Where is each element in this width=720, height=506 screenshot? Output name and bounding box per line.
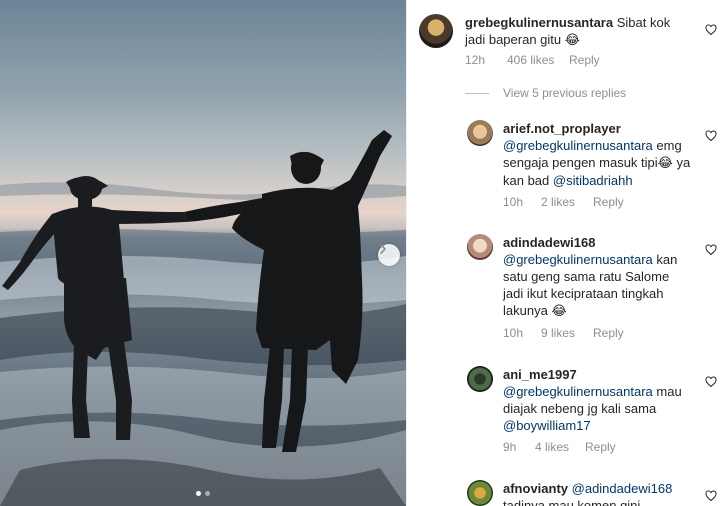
- carousel-indicator: [196, 491, 210, 496]
- comment-meta: 12h 406 likes Reply: [465, 53, 600, 67]
- reply-button[interactable]: Reply: [593, 326, 624, 340]
- view-previous-replies[interactable]: View 5 previous replies: [465, 86, 626, 100]
- next-photo-button[interactable]: [378, 244, 400, 266]
- like-heart-icon[interactable]: [705, 244, 717, 256]
- reply-item: afnovianty @adindadewi168 tadinya mau ko…: [407, 472, 720, 506]
- avatar[interactable]: [419, 14, 453, 48]
- comment-username[interactable]: arief.not_proplayer: [503, 121, 621, 136]
- comment-time: 9h: [503, 440, 517, 454]
- like-heart-icon[interactable]: [705, 376, 717, 388]
- avatar[interactable]: [467, 480, 493, 506]
- mention-link[interactable]: @adindadewi168: [572, 481, 673, 496]
- comment-meta: 9h 4 likes Reply: [503, 440, 616, 454]
- comment-likes[interactable]: 2 likes: [541, 195, 593, 209]
- comment-username[interactable]: afnovianty: [503, 481, 568, 496]
- mention-link[interactable]: @boywilliam17: [503, 418, 591, 433]
- comment-time: 10h: [503, 195, 524, 209]
- avatar[interactable]: [467, 366, 493, 392]
- reply-item: ani_me1997 @grebegkulinernusantara mau d…: [407, 358, 720, 458]
- comment-text: ani_me1997 @grebegkulinernusantara mau d…: [503, 367, 682, 433]
- comment-likes[interactable]: 406 likes: [507, 53, 569, 67]
- reply-button[interactable]: Reply: [593, 195, 624, 209]
- comment-time: 10h: [503, 326, 524, 340]
- mention-link[interactable]: @grebegkulinernusantara: [503, 252, 653, 267]
- comment-username[interactable]: ani_me1997: [503, 367, 577, 382]
- comment-text: afnovianty @adindadewi168 tadinya mau ko…: [503, 481, 673, 506]
- comment-meta: 10h 2 likes Reply: [503, 195, 624, 209]
- comment-username[interactable]: adindadewi168: [503, 235, 595, 250]
- divider-line: [465, 92, 489, 94]
- avatar[interactable]: [467, 234, 493, 260]
- mention-link[interactable]: @grebegkulinernusantara: [503, 384, 653, 399]
- carousel-dot-active: [196, 491, 201, 496]
- reply-button[interactable]: Reply: [585, 440, 616, 454]
- comment-likes[interactable]: 4 likes: [535, 440, 585, 454]
- comments-panel: grebegkulinernusantara Sibat kok jadi ba…: [406, 0, 720, 506]
- mention-link[interactable]: @grebegkulinernusantara: [503, 138, 653, 153]
- comment-username[interactable]: grebegkulinernusantara: [465, 15, 613, 30]
- like-heart-icon[interactable]: [705, 24, 717, 36]
- comment-meta: 10h 9 likes Reply: [503, 326, 624, 340]
- carousel-dot: [205, 491, 210, 496]
- comment-top: grebegkulinernusantara Sibat kok jadi ba…: [407, 0, 720, 80]
- avatar[interactable]: [467, 120, 493, 146]
- reply-item: adindadewi168 @grebegkulinernusantara ka…: [407, 226, 720, 344]
- post-photo: [0, 0, 406, 506]
- like-heart-icon[interactable]: [705, 490, 717, 502]
- beach-silhouette-image: [0, 130, 406, 506]
- comment-text: grebegkulinernusantara Sibat kok jadi ba…: [465, 15, 671, 48]
- comment-text: arief.not_proplayer @grebegkulinernusant…: [503, 121, 691, 188]
- chevron-right-icon: [380, 244, 386, 254]
- reply-item: arief.not_proplayer @grebegkulinernusant…: [407, 112, 720, 212]
- mention-link[interactable]: @sitibadriahh: [553, 173, 633, 188]
- reply-button[interactable]: Reply: [569, 53, 600, 67]
- comment-likes[interactable]: 9 likes: [541, 326, 593, 340]
- like-heart-icon[interactable]: [705, 130, 717, 142]
- comment-time: 12h: [465, 53, 486, 67]
- comment-text: adindadewi168 @grebegkulinernusantara ka…: [503, 235, 678, 319]
